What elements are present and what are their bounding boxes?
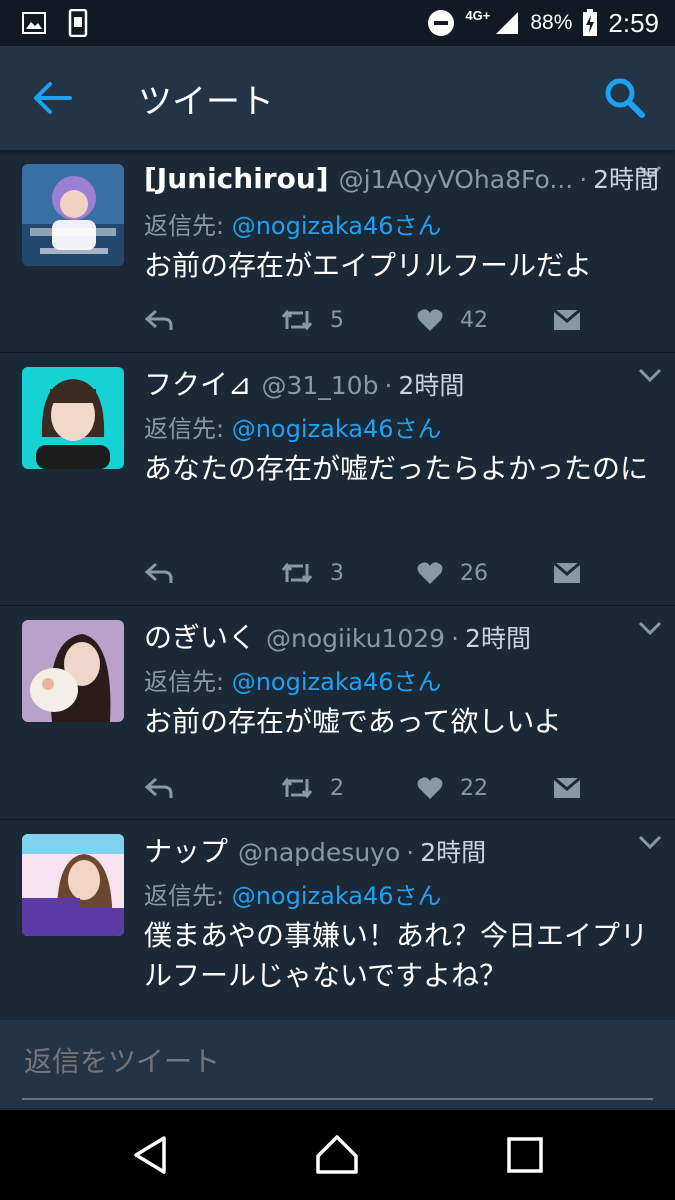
user-handle[interactable]: @j1AQyVOha8Fo... xyxy=(339,165,574,194)
retweet-icon xyxy=(281,562,313,584)
reply-icon xyxy=(144,777,173,798)
retweet-count: 2 xyxy=(330,775,344,801)
reply-button[interactable] xyxy=(144,308,174,332)
reply-button[interactable] xyxy=(144,561,174,585)
battery-charging-icon xyxy=(583,9,598,36)
tweet-header: フクイ⊿ @31_10b · 2時間 xyxy=(144,363,655,403)
reply-icon xyxy=(144,562,173,583)
tweet-time: 2時間 xyxy=(465,624,531,653)
avatar[interactable] xyxy=(22,834,124,936)
like-count: 42 xyxy=(460,307,488,333)
reply-tweet-input[interactable] xyxy=(22,1044,656,1079)
retweet-count: 3 xyxy=(330,560,344,586)
network-type: 4G+ xyxy=(465,7,491,23)
reply-context: 返信先: @nogizaka46さん xyxy=(144,409,655,445)
heart-icon xyxy=(417,777,443,799)
reply-context: 返信先: @nogizaka46さん xyxy=(144,206,655,242)
like-button[interactable]: 26 xyxy=(416,560,488,586)
heart-icon xyxy=(417,562,443,584)
reply-icon xyxy=(144,309,173,330)
reply-mention-link[interactable]: @nogizaka46さん xyxy=(232,882,442,910)
user-handle[interactable]: @napdesuyo xyxy=(238,838,400,867)
phone-notification-icon xyxy=(68,9,88,37)
envelope-icon xyxy=(553,561,581,583)
like-count: 26 xyxy=(460,560,488,586)
tweet[interactable]: フクイ⊿ @31_10b · 2時間 返信先: @nogizaka46さん あな… xyxy=(0,353,675,606)
retweet-button[interactable]: 2 xyxy=(280,775,344,801)
system-nav-bar xyxy=(0,1110,675,1200)
like-button[interactable]: 42 xyxy=(416,307,488,333)
home-icon[interactable] xyxy=(314,1132,360,1178)
display-name[interactable]: ナップ xyxy=(144,830,228,870)
avatar[interactable] xyxy=(22,164,124,266)
reply-prefix: 返信先: xyxy=(144,668,232,696)
tweet-time: 2時間 xyxy=(420,838,487,867)
user-handle[interactable]: @nogiiku1029 xyxy=(266,624,445,653)
tweet[interactable]: [Junichirou] @j1AQyVOha8Fo... · 2時間 返信先:… xyxy=(0,150,675,353)
tweet-header: [Junichirou] @j1AQyVOha8Fo... · 2時間 xyxy=(144,162,660,195)
reply-mention-link[interactable]: @nogizaka46さん xyxy=(232,668,442,696)
like-button[interactable]: 22 xyxy=(416,775,488,801)
like-count: 22 xyxy=(460,775,488,801)
tweet-text: 僕まあやの事嫌い！あれ？今日エイプリルフールじゃないですよね？ xyxy=(144,919,649,992)
envelope-icon xyxy=(553,308,581,330)
page-title: ツイート xyxy=(138,82,274,122)
retweet-icon xyxy=(281,777,313,799)
direct-message-button[interactable] xyxy=(552,308,582,332)
tweet-text: お前の存在が嘘であって欲しいよ xyxy=(144,705,562,738)
recent-apps-icon[interactable] xyxy=(502,1132,548,1178)
retweet-icon xyxy=(281,309,313,331)
input-underline xyxy=(22,1098,653,1100)
battery-percent: 88% xyxy=(530,11,573,34)
reply-prefix: 返信先: xyxy=(144,212,232,240)
display-name[interactable]: フクイ⊿ xyxy=(144,363,251,403)
tweet-actions: 2 22 xyxy=(144,768,594,808)
direct-message-button[interactable] xyxy=(552,561,582,585)
search-icon[interactable] xyxy=(601,74,647,120)
tweet[interactable]: ナップ @napdesuyo · 2時間 返信先: @nogizaka46さん … xyxy=(0,820,675,1020)
tweet-actions: 5 42 xyxy=(144,300,594,340)
tweet-actions: 3 26 xyxy=(144,553,594,593)
arrow-left-icon[interactable] xyxy=(30,78,74,118)
retweet-count: 5 xyxy=(330,307,344,333)
display-name[interactable]: のぎいく xyxy=(144,616,256,656)
reply-prefix: 返信先: xyxy=(144,415,232,443)
avatar[interactable] xyxy=(22,367,124,469)
reply-mention-link[interactable]: @nogizaka46さん xyxy=(232,415,442,443)
tweet[interactable]: のぎいく @nogiiku1029 · 2時間 返信先: @nogizaka46… xyxy=(0,606,675,820)
tweet-time: 2時間 xyxy=(398,371,465,400)
user-handle[interactable]: @31_10b xyxy=(261,371,378,400)
direct-message-button[interactable] xyxy=(552,776,582,800)
do-not-disturb-icon xyxy=(428,10,455,36)
retweet-button[interactable]: 5 xyxy=(280,307,344,333)
avatar[interactable] xyxy=(22,620,124,722)
reply-button[interactable] xyxy=(144,776,174,800)
display-name[interactable]: [Junichirou] xyxy=(144,162,329,195)
tweet-header: ナップ @napdesuyo · 2時間 xyxy=(144,830,655,870)
reply-prefix: 返信先: xyxy=(144,882,232,910)
reply-timeline[interactable]: [Junichirou] @j1AQyVOha8Fo... · 2時間 返信先:… xyxy=(0,150,675,1020)
tweet-text: お前の存在がエイプリルフールだよ xyxy=(144,249,593,282)
reply-mention-link[interactable]: @nogizaka46さん xyxy=(232,212,442,240)
tweet-time: 2時間 xyxy=(593,165,660,194)
reply-composer xyxy=(0,1020,675,1108)
clock: 2:59 xyxy=(608,7,659,38)
reply-context: 返信先: @nogizaka46さん xyxy=(144,876,655,912)
signal-icon xyxy=(496,12,519,34)
heart-icon xyxy=(417,309,443,331)
status-bar: 4G+ 88% 2:59 xyxy=(0,0,675,46)
envelope-icon xyxy=(553,776,581,798)
reply-context: 返信先: @nogizaka46さん xyxy=(144,662,655,698)
tweet-header: のぎいく @nogiiku1029 · 2時間 xyxy=(144,616,655,656)
back-triangle-icon[interactable] xyxy=(128,1132,174,1178)
retweet-button[interactable]: 3 xyxy=(280,560,344,586)
image-icon xyxy=(22,12,46,34)
app-bar: ツイート xyxy=(0,46,675,150)
tweet-text: あなたの存在が嘘だったらよかったのに xyxy=(144,452,649,485)
